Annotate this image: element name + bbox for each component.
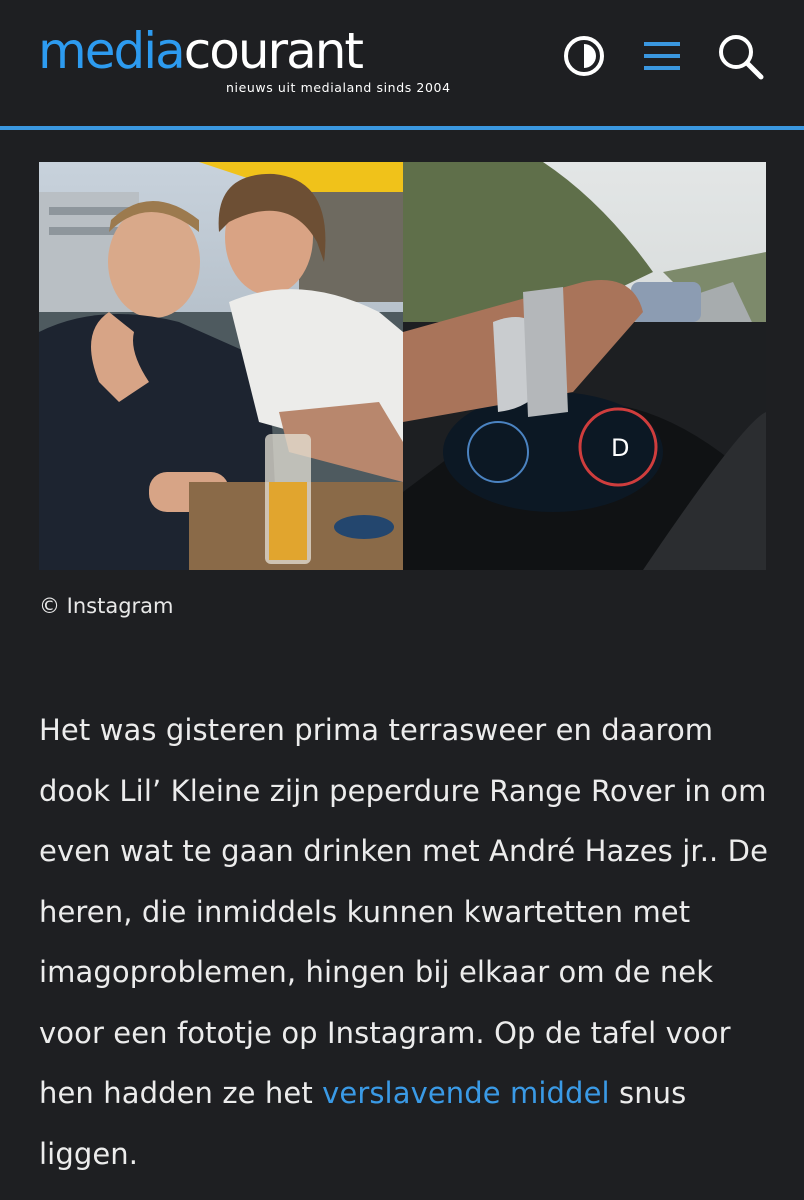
contrast-icon[interactable] — [558, 30, 610, 82]
article-text-1: Het was gisteren prima terrasweer en daa… — [39, 713, 769, 1110]
steering-wheel-watch-photo[interactable]: D — [403, 162, 766, 570]
photo-caption: © Instagram — [39, 594, 174, 618]
search-icon[interactable] — [714, 30, 766, 82]
svg-text:D: D — [611, 434, 629, 462]
logo-media: media — [38, 22, 186, 80]
site-tagline: nieuws uit medialand sinds 2004 — [226, 80, 451, 95]
menu-icon[interactable] — [636, 30, 688, 82]
terrace-selfie-photo[interactable] — [39, 162, 403, 570]
article-link[interactable]: verslavende middel — [322, 1076, 610, 1110]
site-header: mediacourant nieuws uit medialand sinds … — [0, 0, 804, 130]
logo-courant: courant — [183, 22, 364, 80]
article-body: Het was gisteren prima terrasweer en daa… — [39, 700, 769, 1184]
site-logo[interactable]: mediacourant — [38, 22, 364, 80]
header-divider — [0, 126, 804, 130]
